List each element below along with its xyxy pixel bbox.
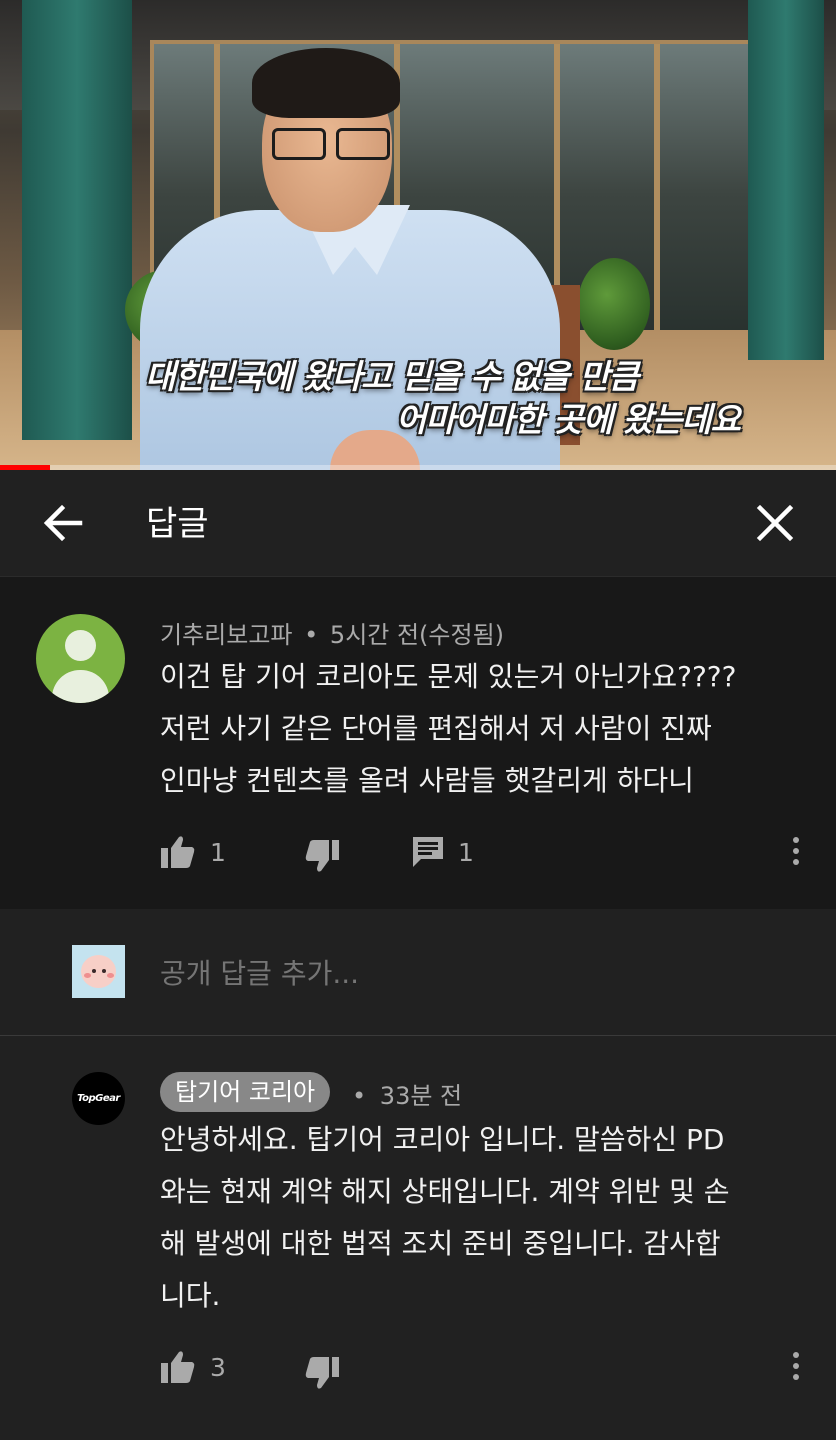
close-icon — [756, 504, 794, 542]
comment-time: 5시간 전(수정됨) — [329, 621, 505, 649]
comment-line: 인마냥 컨텐츠를 올려 사람들 햇갈리게 하다니 — [160, 764, 694, 797]
meta-separator: • — [304, 621, 319, 649]
more-vert-icon — [791, 837, 801, 865]
more-options-button[interactable] — [791, 1352, 801, 1388]
thumb-down-icon — [305, 1357, 339, 1389]
parent-comment: 기추리보고파 • 5시간 전(수정됨) 이건 탑 기어 코리아도 문제 있는거 … — [0, 577, 836, 909]
add-reply-bar — [0, 909, 836, 1036]
thumb-up-icon — [161, 1351, 195, 1383]
more-options-button[interactable] — [791, 837, 801, 873]
like-count: 1 — [210, 837, 226, 867]
like-button[interactable]: 3 — [160, 1350, 226, 1384]
like-button[interactable]: 1 — [160, 835, 226, 869]
comment-body: 안녕하세요. 탑기어 코리아 입니다. 말씀하신 PD 와는 현재 계약 해지 … — [160, 1114, 730, 1322]
thumb-down-icon — [305, 840, 339, 872]
character-face — [81, 955, 116, 988]
comment-actions: 1 1 — [160, 835, 810, 875]
person-silhouette-body — [52, 670, 109, 703]
comment-actions: 3 — [160, 1350, 810, 1390]
close-button[interactable] — [752, 500, 798, 546]
comment-line: 안녕하세요. 탑기어 코리아 입니다. 말씀하신 PD — [160, 1123, 725, 1156]
back-button[interactable] — [40, 498, 86, 548]
like-count: 3 — [210, 1352, 226, 1382]
arrow-left-icon — [43, 504, 83, 542]
reply-count: 1 — [458, 837, 474, 867]
video-player[interactable]: 대한민국에 왔다고 믿을 수 없을 만큼 어마어마한 곳에 왔는데요 — [0, 0, 836, 470]
reply-button[interactable]: 1 — [412, 835, 474, 869]
comment-meta: 기추리보고파 • 5시간 전(수정됨) — [160, 615, 504, 650]
dislike-button[interactable] — [304, 1356, 340, 1390]
meta-separator: • — [352, 1082, 367, 1110]
comment-line: 해 발생에 대한 법적 조치 준비 중입니다. 감사합 — [160, 1227, 721, 1260]
reply-input[interactable] — [160, 953, 780, 993]
comment-line: 니다. — [160, 1279, 221, 1312]
dislike-button[interactable] — [304, 839, 340, 873]
person-silhouette-head — [65, 630, 96, 661]
video-subtitle-line2: 어마어마한 곳에 왔는데요 — [396, 400, 741, 439]
comment-line: 저런 사기 같은 단어를 편집해서 저 사람이 진짜 — [160, 712, 712, 745]
comment-icon — [413, 837, 443, 867]
comment-meta: • 33분 전 — [352, 1076, 462, 1111]
video-pillar-left — [22, 0, 132, 440]
avatar[interactable]: TopGear — [72, 1072, 125, 1125]
topgear-logo: TopGear — [77, 1093, 120, 1104]
video-person-hair — [252, 48, 400, 118]
replies-header: 답글 — [0, 470, 836, 577]
channel-owner-badge[interactable]: 탑기어 코리아 — [160, 1072, 331, 1112]
video-plant-right — [578, 258, 650, 350]
comment-line: 이건 탑 기어 코리아도 문제 있는거 아닌가요???? — [160, 660, 737, 693]
video-person-glasses — [270, 128, 390, 160]
more-vert-icon — [791, 1352, 801, 1380]
video-subtitle-line1: 대한민국에 왔다고 믿을 수 없을 만큼 — [145, 357, 639, 396]
thumb-up-icon — [161, 836, 195, 868]
comment-time: 33분 전 — [379, 1082, 463, 1110]
comment-body: 이건 탑 기어 코리아도 문제 있는거 아닌가요???? 저런 사기 같은 단어… — [160, 651, 737, 807]
avatar — [72, 945, 125, 998]
avatar[interactable] — [36, 614, 125, 703]
reply-comment: TopGear 탑기어 코리아 • 33분 전 안녕하세요. 탑기어 코리아 입… — [0, 1036, 836, 1440]
comment-author[interactable]: 기추리보고파 — [160, 621, 292, 649]
page-title: 답글 — [146, 504, 209, 544]
comment-line: 와는 현재 계약 해지 상태입니다. 계약 위반 및 손 — [160, 1175, 730, 1208]
video-pillar-right — [748, 0, 824, 360]
